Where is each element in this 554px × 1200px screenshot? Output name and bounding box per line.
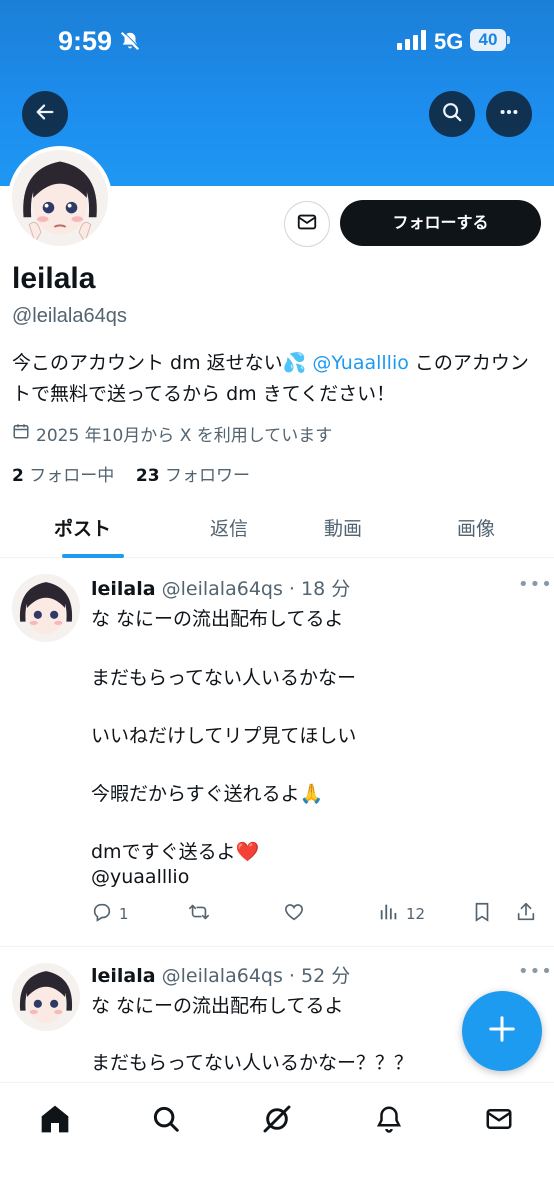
grok-icon bbox=[261, 1103, 293, 1139]
messages-icon bbox=[484, 1104, 514, 1138]
notifications-icon bbox=[374, 1104, 404, 1138]
battery-indicator: 40 bbox=[470, 29, 506, 51]
message-button[interactable] bbox=[284, 201, 330, 247]
bookmark-icon bbox=[471, 901, 493, 927]
nav-search[interactable] bbox=[146, 1101, 186, 1141]
retweet-icon bbox=[188, 901, 210, 927]
status-time: 9:59 bbox=[58, 26, 113, 56]
search-button[interactable] bbox=[429, 91, 475, 137]
mail-icon bbox=[296, 211, 318, 237]
bell-slash-icon bbox=[119, 30, 141, 56]
nav-home[interactable] bbox=[35, 1101, 75, 1141]
bottom-nav bbox=[0, 1082, 554, 1200]
follow-button[interactable]: フォローする bbox=[340, 200, 541, 246]
nav-grok[interactable] bbox=[257, 1101, 297, 1141]
tweet[interactable]: leilala @leilala64qs · 18 分 ••• な なにーの流出… bbox=[0, 558, 554, 946]
reply-button[interactable]: 1 bbox=[91, 901, 129, 927]
tab-media[interactable]: 画像 bbox=[457, 514, 495, 541]
like-button[interactable] bbox=[283, 901, 311, 927]
status-bar: 9:59 5G 40 bbox=[0, 0, 554, 80]
followers-link[interactable]: 23 フォロワー bbox=[136, 466, 250, 486]
followers-count: 23 bbox=[135, 466, 160, 486]
plus-icon bbox=[487, 1014, 517, 1048]
reply-icon bbox=[91, 901, 113, 927]
tweet-more-icon[interactable]: ••• bbox=[518, 961, 553, 982]
tweet-text-line: いいねだけしてリプ見てほしい bbox=[91, 725, 357, 747]
reply-count: 1 bbox=[119, 905, 129, 923]
more-icon bbox=[498, 101, 520, 127]
tweet-header: leilala @leilala64qs · 18 分 bbox=[91, 574, 350, 601]
network-type: 5G bbox=[434, 29, 464, 54]
tweet-text-line: 今暇だからすぐ送れるよ🙏 bbox=[91, 783, 324, 805]
views-icon bbox=[378, 901, 400, 927]
following-link[interactable]: 2 フォロー中 bbox=[12, 466, 114, 486]
tweet-meta: @leilala64qs · 52 分 bbox=[161, 965, 351, 987]
tweet-mention-link[interactable]: @yuaalllio bbox=[91, 866, 189, 888]
nav-notifications[interactable] bbox=[369, 1101, 409, 1141]
profile-bio: 今このアカウント dm 返せない💦 @Yuaalllio このアカウントで無料で… bbox=[12, 348, 542, 410]
tweet-author-name[interactable]: leilala bbox=[91, 965, 156, 987]
profile-tabs: ポスト 返信 動画 画像 bbox=[0, 500, 554, 558]
tweet-author-name[interactable]: leilala bbox=[91, 578, 156, 600]
calendar-icon bbox=[12, 422, 30, 445]
more-button[interactable] bbox=[486, 91, 532, 137]
home-icon bbox=[39, 1103, 71, 1139]
tweet-avatar[interactable] bbox=[12, 963, 80, 1031]
tweet-text-line: まだもらってない人いるかなー？？？ bbox=[91, 1052, 414, 1074]
follow-stats: 2 フォロー中 23 フォロワー bbox=[12, 461, 250, 486]
back-arrow-icon bbox=[34, 101, 56, 127]
search-icon bbox=[441, 101, 463, 127]
share-icon bbox=[515, 901, 537, 927]
tweet-text-line: な なにーの流出配布してるよ bbox=[91, 995, 344, 1017]
like-icon bbox=[283, 901, 305, 927]
tab-replies[interactable]: 返信 bbox=[210, 514, 248, 541]
search-icon bbox=[151, 1104, 181, 1138]
tab-videos[interactable]: 動画 bbox=[324, 514, 362, 541]
tweet-meta: @leilala64qs · 18 分 bbox=[161, 578, 351, 600]
nav-messages[interactable] bbox=[479, 1101, 519, 1141]
following-label: フォロー中 bbox=[29, 466, 115, 486]
tweet-text-line: まだもらってない人いるかなー bbox=[91, 667, 357, 689]
joined-text: 2025 年10月から X を利用しています bbox=[36, 426, 333, 446]
display-name: leilala bbox=[12, 262, 96, 295]
tweet-text-line: な なにーの流出配布してるよ bbox=[91, 608, 344, 630]
profile-avatar[interactable] bbox=[8, 146, 112, 250]
tweet-avatar[interactable] bbox=[12, 574, 80, 642]
following-count: 2 bbox=[12, 466, 24, 486]
battery-tip bbox=[507, 36, 510, 44]
bookmark-button[interactable] bbox=[471, 901, 493, 927]
views-count: 12 bbox=[406, 905, 426, 923]
bio-text: 今このアカウント dm 返せない💦 bbox=[12, 352, 313, 374]
followers-label: フォロワー bbox=[164, 466, 250, 486]
tweet-more-icon[interactable]: ••• bbox=[518, 574, 553, 595]
tab-posts[interactable]: ポスト bbox=[54, 514, 111, 541]
back-button[interactable] bbox=[22, 91, 68, 137]
signal-icon bbox=[397, 30, 427, 54]
tweet-header: leilala @leilala64qs · 52 分 bbox=[91, 961, 350, 988]
compose-button[interactable] bbox=[462, 991, 542, 1071]
tweet-actions: 1 12 bbox=[91, 901, 541, 931]
bio-mention-link[interactable]: @Yuaalllio bbox=[312, 352, 409, 374]
tweet-text-line: dmですぐ送るよ❤️ bbox=[91, 841, 260, 863]
share-button[interactable] bbox=[515, 901, 537, 927]
profile-handle: @leilala64qs bbox=[12, 305, 127, 327]
joined-date: 2025 年10月から X を利用しています bbox=[12, 421, 332, 446]
views-button[interactable]: 12 bbox=[378, 901, 425, 927]
retweet-button[interactable] bbox=[188, 901, 216, 927]
